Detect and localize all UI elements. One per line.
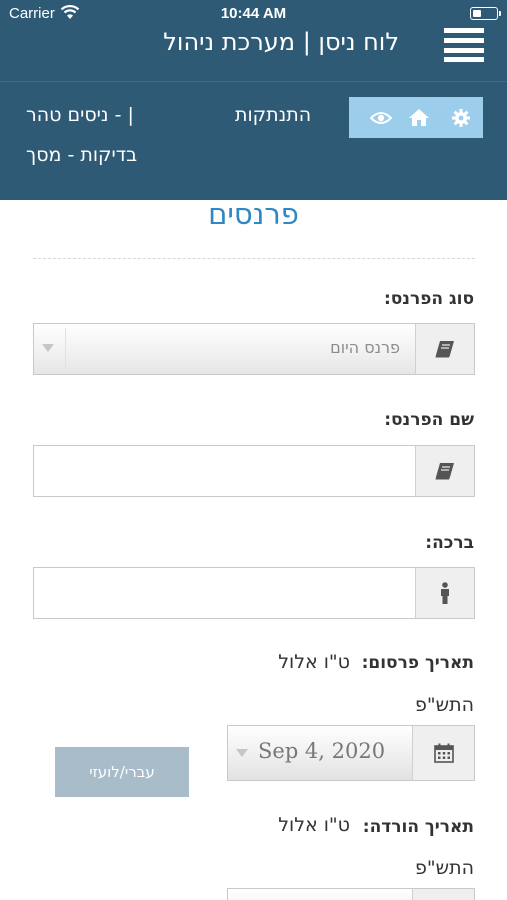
- publish-hebrew-date: ט"ו אלול: [278, 651, 350, 673]
- book-icon: [415, 446, 474, 496]
- status-bar: Carrier 10:44 AM: [0, 0, 507, 26]
- eye-button[interactable]: [361, 97, 401, 138]
- person-icon: [415, 568, 474, 618]
- remove-hebrew-year: התש"פ: [415, 857, 474, 879]
- page-title: פרנסים: [208, 197, 299, 231]
- publish-date-value: Sep 4, 2020: [258, 739, 386, 763]
- calendar-icon: [412, 889, 474, 900]
- sponsor-name-input[interactable]: [36, 448, 414, 494]
- blessing-label: ברכה:: [425, 533, 474, 553]
- publish-date-picker[interactable]: Sep 4, 2020: [227, 725, 475, 781]
- sponsor-type-select[interactable]: פרנס היום: [33, 323, 475, 375]
- home-button[interactable]: [399, 97, 439, 138]
- sponsor-name-label: שם הפרנס:: [384, 410, 474, 430]
- remove-date-label: תאריך הורדה:: [362, 817, 474, 837]
- divider: [33, 258, 475, 259]
- org-name: ניסים טהר - |: [26, 104, 134, 126]
- publish-date-label: תאריך פרסום:: [361, 653, 474, 673]
- logout-link[interactable]: התנתקות: [235, 104, 311, 126]
- battery-icon: [470, 7, 501, 20]
- calendar-icon: [412, 726, 474, 780]
- settings-button[interactable]: [441, 97, 481, 138]
- org-screen-label: בדיקות - מסך: [26, 144, 138, 166]
- book-icon: [415, 324, 474, 374]
- blessing-input[interactable]: [36, 570, 414, 616]
- blessing-field: [33, 567, 475, 619]
- sponsor-type-label: סוג הפרנס:: [383, 289, 474, 309]
- chevron-down-icon: [236, 749, 248, 757]
- publish-hebrew-year: התש"פ: [415, 694, 474, 716]
- eye-icon: [370, 111, 392, 124]
- header-toolbar: [349, 97, 483, 138]
- sponsor-name-field: [33, 445, 475, 497]
- menu-icon[interactable]: [444, 26, 484, 62]
- app-bar: לוח ניסן | מערכת ניהול: [0, 26, 507, 82]
- remove-hebrew-date: ט"ו אלול: [278, 814, 350, 836]
- app-title: לוח ניסן | מערכת ניהול: [163, 28, 399, 56]
- home-icon: [409, 109, 429, 126]
- app-header: Carrier 10:44 AM לוח ניסן | מערכת ניהול: [0, 0, 507, 200]
- status-time: 10:44 AM: [220, 5, 287, 22]
- gear-icon: [452, 108, 470, 127]
- sponsor-type-value: פרנס היום: [330, 338, 400, 357]
- remove-date-picker[interactable]: [227, 888, 475, 900]
- calendar-toggle-button[interactable]: עברי/לועזי: [55, 747, 189, 797]
- chevron-down-icon: [42, 344, 54, 352]
